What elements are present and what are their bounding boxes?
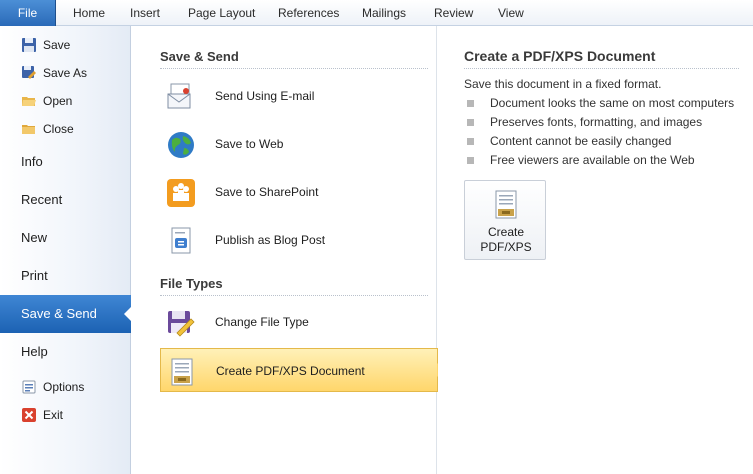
tab-review[interactable]: Review [434, 0, 473, 26]
ribbon-tab-bar: File Home Insert Page Layout References … [0, 0, 753, 26]
nav-save[interactable]: Save [0, 31, 131, 59]
details-description: Save this document in a fixed format. [464, 77, 662, 91]
tab-page-layout[interactable]: Page Layout [188, 0, 255, 26]
nav-print[interactable]: Print [0, 257, 131, 295]
tab-view[interactable]: View [498, 0, 524, 26]
file-types-heading: File Types [160, 276, 428, 296]
bullet-square-icon [467, 157, 474, 164]
option-save-to-web-label: Save to Web [215, 137, 284, 151]
bullet-square-icon [467, 138, 474, 145]
bullet-square-icon [467, 119, 474, 126]
globe-icon [168, 132, 194, 158]
nav-save-as[interactable]: Save As [0, 59, 131, 87]
nav-open[interactable]: Open [0, 87, 131, 115]
nav-save-and-send[interactable]: Save & Send [0, 295, 132, 333]
option-create-pdf-xps-label: Create PDF/XPS Document [216, 364, 365, 378]
nav-exit-label: Exit [43, 408, 64, 422]
tab-insert[interactable]: Insert [130, 0, 160, 26]
nav-help[interactable]: Help [0, 333, 131, 371]
nav-open-label: Open [43, 94, 73, 108]
option-publish-as-blog-post[interactable]: Publish as Blog Post [160, 218, 438, 262]
nav-new[interactable]: New [0, 219, 131, 257]
option-change-file-type[interactable]: Change File Type [160, 300, 438, 344]
tab-home[interactable]: Home [73, 0, 105, 26]
option-publish-as-blog-post-label: Publish as Blog Post [215, 233, 326, 247]
details-bullet: Document looks the same on most computer… [464, 94, 734, 113]
nav-info-label: Info [21, 154, 43, 169]
option-send-using-email[interactable]: Send Using E-mail [160, 74, 438, 118]
save-send-heading: Save & Send [160, 49, 428, 69]
nav-help-label: Help [21, 344, 48, 359]
tab-mailings[interactable]: Mailings [362, 0, 406, 26]
option-change-file-type-label: Change File Type [215, 315, 309, 329]
change-file-type-icon [168, 311, 195, 337]
nav-exit[interactable]: Exit [0, 401, 131, 429]
nav-save-as-label: Save As [43, 66, 88, 80]
open-folder-icon [22, 97, 36, 106]
tab-file[interactable]: File [0, 0, 56, 26]
email-icon [167, 83, 191, 109]
bullet-text: Free viewers are available on the Web [490, 153, 695, 167]
nav-info[interactable]: Info [0, 143, 131, 181]
details-bullet: Content cannot be easily changed [464, 132, 734, 151]
bullet-text: Preserves fonts, formatting, and images [490, 115, 703, 129]
bullet-text: Document looks the same on most computer… [490, 96, 735, 110]
create-pdf-xps-button-label: Create PDF/XPS [480, 225, 532, 254]
nav-recent-label: Recent [21, 192, 63, 207]
save-as-icon [22, 66, 36, 79]
option-send-using-email-label: Send Using E-mail [215, 89, 315, 103]
tab-references[interactable]: References [278, 0, 339, 26]
details-bullet: Preserves fonts, formatting, and images [464, 113, 734, 132]
details-bullet-list: Document looks the same on most computer… [464, 94, 734, 170]
pdf-xps-icon [495, 190, 517, 219]
create-pdf-xps-button[interactable]: Create PDF/XPS [464, 180, 546, 260]
details-panel: Create a PDF/XPS Document Save this docu… [438, 26, 753, 474]
nav-options[interactable]: Options [0, 373, 131, 401]
nav-recent[interactable]: Recent [0, 181, 131, 219]
nav-new-label: New [21, 230, 48, 245]
save-icon [22, 38, 36, 52]
sharepoint-icon [167, 179, 195, 207]
nav-options-label: Options [43, 380, 85, 394]
options-icon [22, 380, 36, 394]
exit-icon [22, 408, 36, 422]
option-save-to-sharepoint[interactable]: Save to SharePoint [160, 170, 438, 214]
nav-print-label: Print [21, 268, 48, 283]
blog-post-icon [171, 227, 191, 254]
pdf-xps-icon [171, 358, 193, 386]
bullet-text: Content cannot be easily changed [490, 134, 672, 148]
nav-close-label: Close [43, 122, 74, 136]
nav-save-and-send-label: Save & Send [21, 306, 97, 321]
nav-save-label: Save [43, 38, 71, 52]
details-bullet: Free viewers are available on the Web [464, 151, 734, 170]
bullet-square-icon [467, 100, 474, 107]
save-send-panel: Save & Send Send Using E-mail Save to We… [132, 26, 444, 474]
option-save-to-sharepoint-label: Save to SharePoint [215, 185, 319, 199]
option-save-to-web[interactable]: Save to Web [160, 122, 438, 166]
backstage-nav: Save Save As Open Close Info Recent New … [0, 26, 132, 474]
nav-close[interactable]: Close [0, 115, 131, 143]
close-folder-icon [22, 125, 35, 134]
option-create-pdf-xps[interactable]: Create PDF/XPS Document [160, 348, 444, 392]
details-title: Create a PDF/XPS Document [464, 48, 739, 69]
